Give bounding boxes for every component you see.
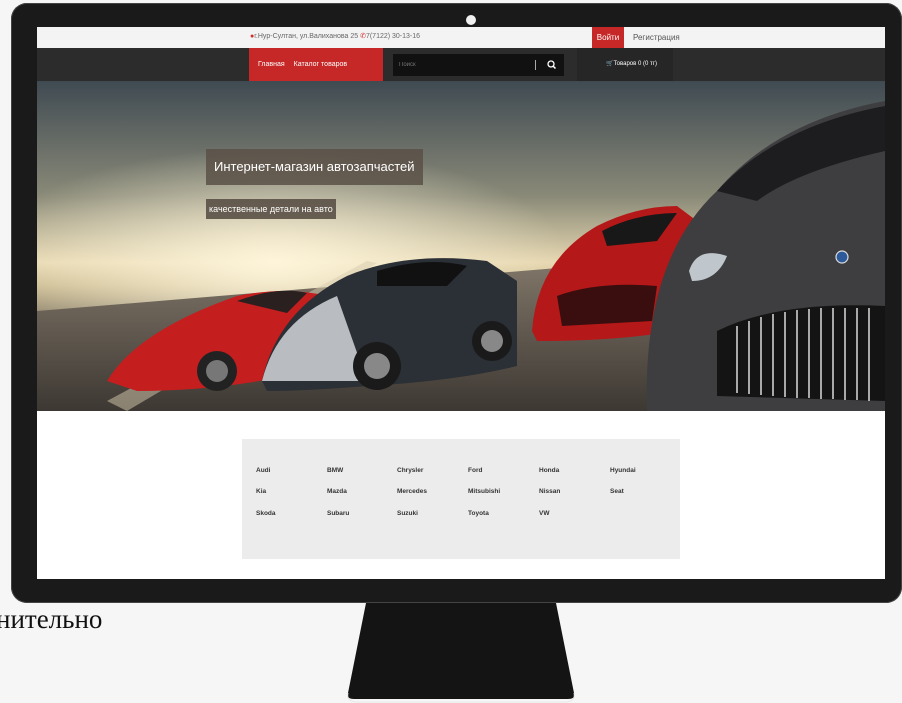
- search-box: [393, 54, 564, 76]
- brand-link-subaru[interactable]: Subaru: [327, 510, 349, 517]
- hero-cars-image: [37, 81, 885, 411]
- search-input[interactable]: [395, 54, 543, 76]
- brand-link-mitsubishi[interactable]: Mitsubishi: [468, 488, 500, 495]
- nav-menu: Главная Каталог товаров: [249, 48, 383, 81]
- brand-list-panel: Audi BMW Chrysler Ford Honda Hyundai Kia…: [242, 439, 680, 559]
- brand-link-skoda[interactable]: Skoda: [256, 510, 276, 517]
- brand-link-ford[interactable]: Ford: [468, 467, 482, 474]
- hero-subtitle: качественные детали на авто: [206, 199, 336, 219]
- hero-banner: Интернет-магазин автозапчастей качествен…: [37, 81, 885, 411]
- search-divider: [535, 60, 536, 70]
- brand-link-suzuki[interactable]: Suzuki: [397, 510, 418, 517]
- brand-link-vw[interactable]: VW: [539, 510, 549, 517]
- top-bar: ●г.Нур-Султан, ул.Валиханова 25 ✆7(7122)…: [37, 27, 885, 48]
- register-link[interactable]: Регистрация: [633, 27, 680, 48]
- monitor-stand: [347, 603, 575, 703]
- brand-link-mazda[interactable]: Mazda: [327, 488, 347, 495]
- phone-text: 7(7122) 30-13-16: [365, 33, 421, 40]
- cart-label: Товаров 0 (0 тг): [613, 61, 657, 67]
- webcam-dot: [466, 15, 476, 25]
- brand-link-audi[interactable]: Audi: [256, 467, 270, 474]
- brand-link-honda[interactable]: Honda: [539, 467, 559, 474]
- background-text: нительно: [0, 604, 103, 634]
- hero-title: Интернет-магазин автозапчастей: [206, 149, 423, 185]
- brand-link-nissan[interactable]: Nissan: [539, 488, 560, 495]
- brand-link-hyundai[interactable]: Hyundai: [610, 467, 636, 474]
- contact-info: ●г.Нур-Султан, ул.Валиханова 25 ✆7(7122)…: [250, 32, 420, 40]
- cart-button[interactable]: 🛒Товаров 0 (0 тг): [577, 48, 673, 81]
- brand-link-bmw[interactable]: BMW: [327, 467, 343, 474]
- search-icon[interactable]: [541, 54, 563, 76]
- website-screen: ●г.Нур-Султан, ул.Валиханова 25 ✆7(7122)…: [37, 27, 885, 579]
- login-button[interactable]: Войти: [592, 27, 624, 48]
- brand-link-mercedes[interactable]: Mercedes: [397, 488, 427, 495]
- nav-home-link[interactable]: Главная: [258, 61, 285, 68]
- main-nav: Главная Каталог товаров 🛒Товаров 0 (0 тг…: [37, 48, 885, 81]
- nav-catalog-link[interactable]: Каталог товаров: [294, 61, 347, 68]
- brand-link-toyota[interactable]: Toyota: [468, 510, 489, 517]
- brand-link-chrysler[interactable]: Chrysler: [397, 467, 423, 474]
- address-text: г.Нур-Султан, ул.Валиханова 25: [254, 33, 359, 40]
- brand-link-seat[interactable]: Seat: [610, 488, 624, 495]
- brand-link-kia[interactable]: Kia: [256, 488, 266, 495]
